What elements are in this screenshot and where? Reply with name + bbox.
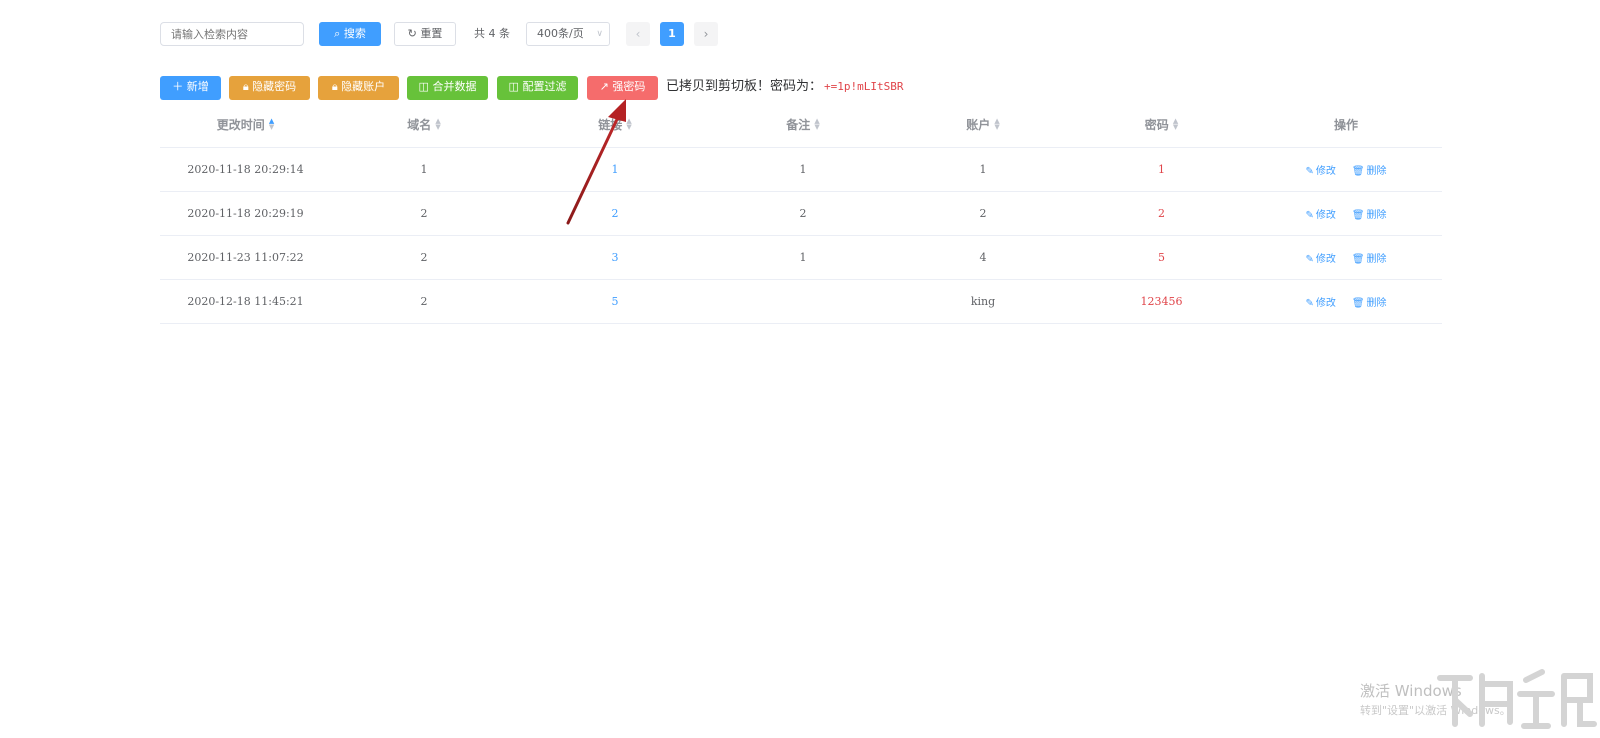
cell-actions: ✎ 修改 🗑︎ 删除 (1250, 280, 1442, 323)
sort-icon[interactable]: ▲ ▼ (269, 118, 274, 131)
cell-time: 2020-12-18 11:45:21 (187, 295, 304, 308)
delete-button[interactable]: 🗑︎ 删除 (1352, 162, 1387, 177)
cell-note (713, 280, 893, 323)
table-header: 更改时间 ▲ ▼ 域名 ▲ ▼ 链接 ▲ ▼ 备注 ▲ ▼ 账户 ▲ ▼ 密码 ▲ ▼ 操作 (160, 101, 1442, 148)
cell-actions: ✎ 修改 🗑︎ 删除 (1250, 148, 1442, 191)
cell-domain: 2 (420, 207, 428, 220)
sort-icon[interactable]: ▲ ▼ (814, 118, 819, 131)
password-table: 更改时间 ▲ ▼ 域名 ▲ ▼ 链接 ▲ ▼ 备注 ▲ ▼ 账户 ▲ ▼ 密码 ▲ ▼ 操作… (160, 101, 1442, 324)
lock-icon: 🔒︎ (242, 80, 249, 93)
cell-password[interactable]: 2 (1073, 192, 1250, 235)
cell-password[interactable]: 5 (1073, 236, 1250, 279)
sort-icon[interactable]: ▲ ▼ (1173, 118, 1178, 131)
columns-icon: ◫ (508, 80, 519, 93)
table-row: 2020-12-18 11:45:21 2 5 king 123456 ✎ 修改 … (160, 280, 1442, 324)
annotation-arrow (566, 99, 626, 225)
page-size-select[interactable]: 400条/页 ∨ (526, 22, 610, 46)
delete-button[interactable]: 🗑︎ 删除 (1352, 250, 1387, 265)
column-header-time[interactable]: 更改时间 ▲ ▼ (160, 101, 331, 147)
lock-icon: 🔒︎ (331, 80, 338, 93)
reset-button[interactable]: ↻ 重置 (394, 22, 456, 46)
cell-time: 2020-11-18 20:29:19 (187, 207, 304, 220)
cell-note: 1 (799, 251, 807, 264)
add-button[interactable]: ＋ 新增 (160, 76, 221, 100)
trash-icon: 🗑︎ (1351, 254, 1365, 265)
cell-domain: 2 (420, 295, 428, 308)
site-logo-watermark (1437, 669, 1597, 729)
total-count: 共 4 条 (474, 27, 510, 40)
cell-domain: 2 (420, 251, 428, 264)
edit-button[interactable]: ✎ 修改 (1305, 294, 1335, 309)
column-header-actions: 操作 (1333, 117, 1358, 132)
trash-icon: 🗑︎ (1351, 298, 1365, 309)
cell-note: 1 (799, 163, 807, 176)
prev-page-button[interactable]: ‹ (626, 22, 650, 46)
cell-actions: ✎ 修改 🗑︎ 删除 (1250, 236, 1442, 279)
column-header-note[interactable]: 备注 ▲ ▼ (713, 101, 893, 147)
edit-icon: ✎ (1305, 166, 1314, 177)
cell-password[interactable]: 1 (1073, 148, 1250, 191)
page-number-current[interactable]: 1 (660, 22, 684, 46)
cell-actions: ✎ 修改 🗑︎ 删除 (1250, 192, 1442, 235)
edit-icon: ✎ (1305, 298, 1314, 309)
cell-link[interactable]: 3 (517, 236, 713, 279)
link-icon: ↗ (599, 80, 609, 93)
sort-icon[interactable]: ▲ ▼ (435, 118, 440, 131)
column-header-account[interactable]: 账户 ▲ ▼ (893, 101, 1073, 147)
trash-icon: 🗑︎ (1351, 210, 1365, 221)
cell-password[interactable]: 123456 (1073, 280, 1250, 323)
search-input[interactable] (160, 22, 304, 46)
cell-account: 4 (979, 251, 987, 264)
column-header-domain[interactable]: 域名 ▲ ▼ (331, 101, 517, 147)
cell-link[interactable]: 5 (517, 280, 713, 323)
cell-note: 2 (799, 207, 807, 220)
hide-password-button[interactable]: 🔒︎ 隐藏密码 (229, 76, 310, 100)
edit-icon: ✎ (1305, 254, 1314, 265)
columns-icon: ◫ (418, 80, 429, 93)
trash-icon: 🗑︎ (1351, 166, 1365, 177)
chevron-down-icon: ∨ (596, 29, 603, 39)
table-row: 2020-11-23 11:07:22 2 3 1 4 5 ✎ 修改 🗑︎ 删除 (160, 236, 1442, 280)
search-button[interactable]: ⌕ 搜索 (319, 22, 381, 46)
search-icon: ⌕ (334, 27, 341, 40)
delete-button[interactable]: 🗑︎ 删除 (1352, 206, 1387, 221)
cell-account: 1 (979, 163, 987, 176)
next-page-button[interactable]: › (694, 22, 718, 46)
table-row: 2020-11-18 20:29:14 1 1 1 1 1 ✎ 修改 🗑︎ 删除 (160, 148, 1442, 192)
delete-button[interactable]: 🗑︎ 删除 (1352, 294, 1387, 309)
copy-message: 已拷贝到剪切板！密码为： +=1p!mLItSBR (666, 79, 904, 94)
edit-icon: ✎ (1305, 210, 1314, 221)
hide-account-button[interactable]: 🔒︎ 隐藏账户 (318, 76, 399, 100)
column-header-password[interactable]: 密码 ▲ ▼ (1073, 101, 1250, 147)
merge-data-button[interactable]: ◫ 合并数据 (407, 76, 488, 100)
sort-icon[interactable]: ▲ ▼ (994, 118, 999, 131)
cell-account: king (970, 295, 996, 308)
edit-button[interactable]: ✎ 修改 (1305, 206, 1335, 221)
refresh-icon: ↻ (407, 27, 417, 40)
cell-domain: 1 (420, 163, 428, 176)
plus-icon: ＋ (172, 80, 184, 93)
edit-button[interactable]: ✎ 修改 (1305, 162, 1335, 177)
cell-account: 2 (979, 207, 987, 220)
cell-time: 2020-11-18 20:29:14 (187, 163, 304, 176)
table-row: 2020-11-18 20:29:19 2 2 2 2 2 ✎ 修改 🗑︎ 删除 (160, 192, 1442, 236)
cell-time: 2020-11-23 11:07:22 (187, 251, 304, 264)
edit-button[interactable]: ✎ 修改 (1305, 250, 1335, 265)
generated-password: +=1p!mLItSBR (824, 80, 904, 93)
